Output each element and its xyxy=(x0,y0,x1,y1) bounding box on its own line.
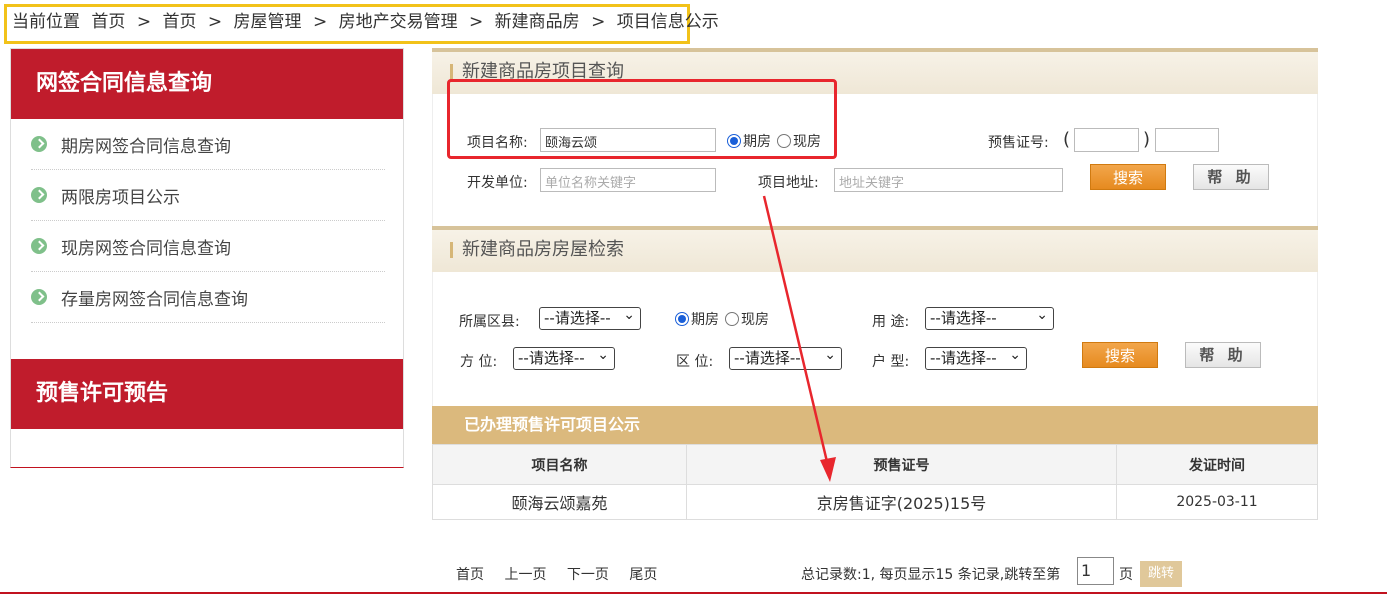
highlight-box-red xyxy=(447,79,837,159)
project-search-button[interactable]: 搜索 xyxy=(1090,164,1166,190)
arrow-circle-icon xyxy=(31,289,47,305)
paren-close: ) xyxy=(1143,129,1151,150)
radio-label: 期房 xyxy=(691,312,719,328)
sidebar: 网签合同信息查询 期房网签合同信息查询 两限房项目公示 现房网签合同信息查询 存… xyxy=(10,48,404,468)
sidebar-item-label: 现房网签合同信息查询 xyxy=(61,238,231,259)
house-help-button[interactable]: 帮 助 xyxy=(1185,342,1261,368)
zone-select[interactable]: --请选择-- xyxy=(729,345,842,370)
breadcrumb-item-home-2[interactable]: 首页 xyxy=(162,12,196,32)
sidebar-item-presale-contract[interactable]: 期房网签合同信息查询 xyxy=(31,119,385,170)
cell-permit-number[interactable]: 京房售证字(2025)15号 xyxy=(686,484,1117,520)
usage-label: 用 途: xyxy=(872,314,910,330)
breadcrumb-item-new-house[interactable]: 新建商品房 xyxy=(495,12,580,32)
sidebar-title-contract: 网签合同信息查询 xyxy=(11,49,403,119)
orientation-label: 方 位: xyxy=(460,354,498,370)
pager-last-link[interactable]: 尾页 xyxy=(629,567,657,583)
pager-prev-link[interactable]: 上一页 xyxy=(504,567,546,583)
presale-year-input[interactable] xyxy=(1074,128,1139,152)
breadcrumb-item-trade[interactable]: 房地产交易管理 xyxy=(339,12,458,32)
district-select[interactable]: --请选择-- xyxy=(539,305,641,330)
developer-label: 开发单位: xyxy=(467,175,528,191)
breadcrumb-separator: > xyxy=(591,12,606,32)
sidebar-item-current-contract[interactable]: 现房网签合同信息查询 xyxy=(31,221,385,272)
breadcrumb-item-housing[interactable]: 房屋管理 xyxy=(234,12,302,32)
results-table: 项目名称 预售证号 发证时间 颐海云颂嘉苑 京房售证字(2025)15号 202… xyxy=(432,444,1318,520)
page-unit: 页 xyxy=(1119,567,1133,583)
breadcrumb: 当前位置 首页 > 首页 > 房屋管理 > 房地产交易管理 > 新建商品房 > … xyxy=(4,4,719,44)
table-row: 颐海云颂嘉苑 京房售证字(2025)15号 2025-03-11 xyxy=(432,484,1318,520)
breadcrumb-prefix: 当前位置 xyxy=(12,12,80,32)
breadcrumb-item-project-info: 项目信息公示 xyxy=(616,12,719,32)
pager-next-link[interactable]: 下一页 xyxy=(567,567,609,583)
house-radio-existing[interactable]: 现房 xyxy=(725,309,769,329)
column-header-permit: 预售证号 xyxy=(686,444,1117,485)
house-search-header: 新建商品房房屋检索 xyxy=(432,226,1318,272)
presale-number-label: 预售证号: xyxy=(988,135,1049,151)
breadcrumb-item-home[interactable]: 首页 xyxy=(91,12,125,32)
arrow-circle-icon xyxy=(31,238,47,254)
sidebar-item-limited-price[interactable]: 两限房项目公示 xyxy=(31,170,385,221)
developer-input[interactable]: 单位名称关键字 xyxy=(540,168,716,192)
table-header-row: 项目名称 预售证号 发证时间 xyxy=(432,444,1318,485)
district-label: 所属区县: xyxy=(459,314,520,330)
sidebar-item-label: 期房网签合同信息查询 xyxy=(61,136,231,157)
sidebar-item-label: 两限房项目公示 xyxy=(61,187,180,208)
pager-links: 首页 上一页 下一页 尾页 xyxy=(456,564,673,584)
column-header-project: 项目名称 xyxy=(432,444,687,485)
sidebar-list: 期房网签合同信息查询 两限房项目公示 现房网签合同信息查询 存量房网签合同信息查… xyxy=(11,119,403,323)
breadcrumb-separator: > xyxy=(207,12,223,32)
jump-button[interactable]: 跳转 xyxy=(1140,561,1182,587)
results-title: 已办理预售许可项目公示 xyxy=(432,406,1318,444)
sidebar-item-stock-contract[interactable]: 存量房网签合同信息查询 xyxy=(31,272,385,323)
house-radio-presale[interactable]: 期房 xyxy=(675,309,719,329)
breadcrumb-separator: > xyxy=(312,12,328,32)
page-number-input[interactable]: 1 xyxy=(1077,557,1114,585)
zone-label: 区 位: xyxy=(676,354,714,370)
column-header-date: 发证时间 xyxy=(1116,444,1318,485)
layout-label: 户 型: xyxy=(872,354,910,370)
breadcrumb-separator: > xyxy=(469,12,484,32)
cell-project-name[interactable]: 颐海云颂嘉苑 xyxy=(432,484,687,520)
address-label: 项目地址: xyxy=(758,175,819,191)
arrow-circle-icon xyxy=(31,187,47,203)
house-search-button[interactable]: 搜索 xyxy=(1082,342,1158,368)
cell-issue-date: 2025-03-11 xyxy=(1116,484,1318,520)
address-input[interactable]: 地址关键字 xyxy=(834,168,1063,192)
radio-label: 现房 xyxy=(741,312,769,328)
orientation-select[interactable]: --请选择-- xyxy=(513,345,615,370)
house-search-panel xyxy=(432,272,1318,406)
paren-open: ( xyxy=(1063,129,1071,150)
layout-select[interactable]: --请选择-- xyxy=(925,345,1027,370)
radio-checked-icon xyxy=(675,312,689,326)
pager-first-link[interactable]: 首页 xyxy=(456,567,484,583)
pager-summary: 总记录数:1, 每页显示15 条记录,跳转至第 xyxy=(801,567,1061,583)
sidebar-item-label: 存量房网签合同信息查询 xyxy=(61,289,248,310)
project-help-button[interactable]: 帮 助 xyxy=(1193,164,1269,190)
radio-unchecked-icon xyxy=(725,312,739,326)
arrow-circle-icon xyxy=(31,136,47,152)
presale-number-input[interactable] xyxy=(1155,128,1219,152)
breadcrumb-separator: > xyxy=(136,12,152,32)
bottom-divider xyxy=(0,592,1387,594)
usage-select[interactable]: --请选择-- xyxy=(925,305,1054,330)
sidebar-title-presale-permit: 预售许可预告 xyxy=(11,359,403,429)
